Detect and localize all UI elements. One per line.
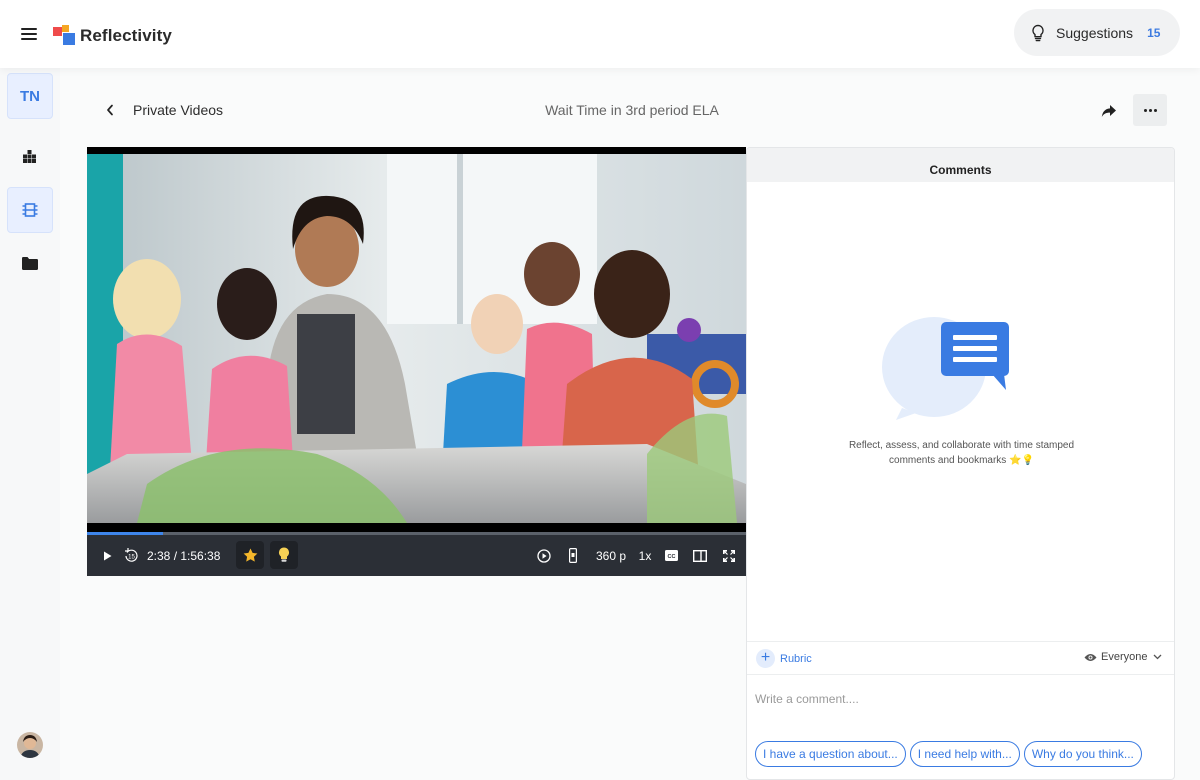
autoplay-icon[interactable]: [536, 535, 552, 576]
rewind-15-icon[interactable]: 15: [122, 535, 140, 576]
visibility-select[interactable]: Everyone: [1084, 651, 1162, 663]
more-dots-icon: [1143, 108, 1147, 112]
video-controls-bar: 15 2:38 / 1:56:38 360 p 1x CC: [87, 535, 746, 576]
main-content: Private Videos Wait Time in 3rd period E…: [60, 68, 1200, 780]
chat-bubble-illustration-icon: [882, 317, 1009, 420]
app-logo[interactable]: Reflectivity: [53, 25, 172, 47]
captions-icon[interactable]: CC: [663, 535, 679, 576]
rubric-label: Rubric: [780, 652, 812, 665]
user-initials: TN: [20, 87, 40, 105]
sidebar-item-videos[interactable]: [7, 187, 53, 233]
comments-panel: Comments Reflect, assess, and collaborat…: [746, 147, 1175, 780]
left-sidebar: TN: [0, 68, 60, 780]
suggestions-button[interactable]: Suggestions 15: [1014, 9, 1180, 56]
empty-state-line-2: comments and bookmarks: [889, 455, 1007, 466]
visibility-label: Everyone: [1101, 651, 1148, 663]
logo-mark-icon: [53, 25, 77, 47]
chip-help[interactable]: I need help with...: [909, 741, 1020, 767]
lightbulb-icon: [279, 547, 289, 562]
comment-input[interactable]: [755, 688, 1165, 710]
play-icon[interactable]: [99, 535, 115, 576]
fullscreen-icon[interactable]: [721, 535, 737, 576]
chevron-down-icon: [1154, 654, 1162, 660]
film-icon: [22, 203, 38, 217]
more-options-button[interactable]: [1133, 94, 1167, 126]
breadcrumb-private-videos[interactable]: Private Videos: [133, 102, 223, 118]
video-frame-image[interactable]: [87, 154, 746, 523]
video-time: 2:38 / 1:56:38: [147, 548, 221, 563]
chip-why[interactable]: Why do you think...: [1023, 741, 1142, 767]
eye-icon: [1084, 653, 1097, 661]
comments-header: Comments: [747, 148, 1174, 182]
suggestions-count-badge: 15: [1147, 25, 1161, 40]
comment-prompt-chips: I have a question about... I need help w…: [755, 741, 1146, 767]
top-bar: Reflectivity Suggestions 15: [0, 0, 1200, 68]
suggestions-label: Suggestions: [1056, 24, 1134, 41]
rubric-button[interactable]: + Rubric: [756, 649, 812, 668]
sidebar-item-folders[interactable]: [7, 240, 53, 286]
playback-speed[interactable]: 1x: [636, 535, 654, 576]
bookmark-bulb-button[interactable]: [270, 541, 298, 569]
star-icon: [243, 548, 257, 562]
back-chevron-icon[interactable]: [102, 100, 118, 120]
lightbulb-icon: [1032, 24, 1044, 41]
plus-icon: +: [756, 649, 775, 668]
sidebar-item-analytics[interactable]: [7, 133, 53, 179]
bookmark-star-button[interactable]: [236, 541, 264, 569]
svg-text:CC: CC: [667, 554, 675, 560]
mobile-view-icon[interactable]: [567, 535, 579, 576]
share-arrow-icon[interactable]: [1098, 100, 1120, 122]
folder-icon: [22, 256, 38, 270]
star-bulb-emoji: ⭐💡: [1009, 455, 1034, 466]
svg-text:15: 15: [128, 555, 135, 561]
app-name: Reflectivity: [80, 26, 172, 45]
bar-chart-icon: [23, 149, 36, 163]
hamburger-menu-icon[interactable]: [20, 26, 40, 42]
chip-question[interactable]: I have a question about...: [755, 741, 906, 767]
user-avatar-icon[interactable]: [17, 732, 43, 758]
quality-selector[interactable]: 360 p: [591, 535, 631, 576]
empty-state-text: Reflect, assess, and collaborate with ti…: [787, 438, 1136, 468]
comment-options-row: + Rubric Everyone: [747, 641, 1174, 675]
video-player[interactable]: 15 2:38 / 1:56:38 360 p 1x CC: [87, 147, 746, 576]
empty-state-line-1: Reflect, assess, and collaborate with ti…: [848, 440, 1075, 451]
sidebar-item-user-initials[interactable]: TN: [7, 73, 53, 119]
page-title: Wait Time in 3rd period ELA: [545, 102, 719, 118]
side-panel-icon[interactable]: [692, 535, 708, 576]
